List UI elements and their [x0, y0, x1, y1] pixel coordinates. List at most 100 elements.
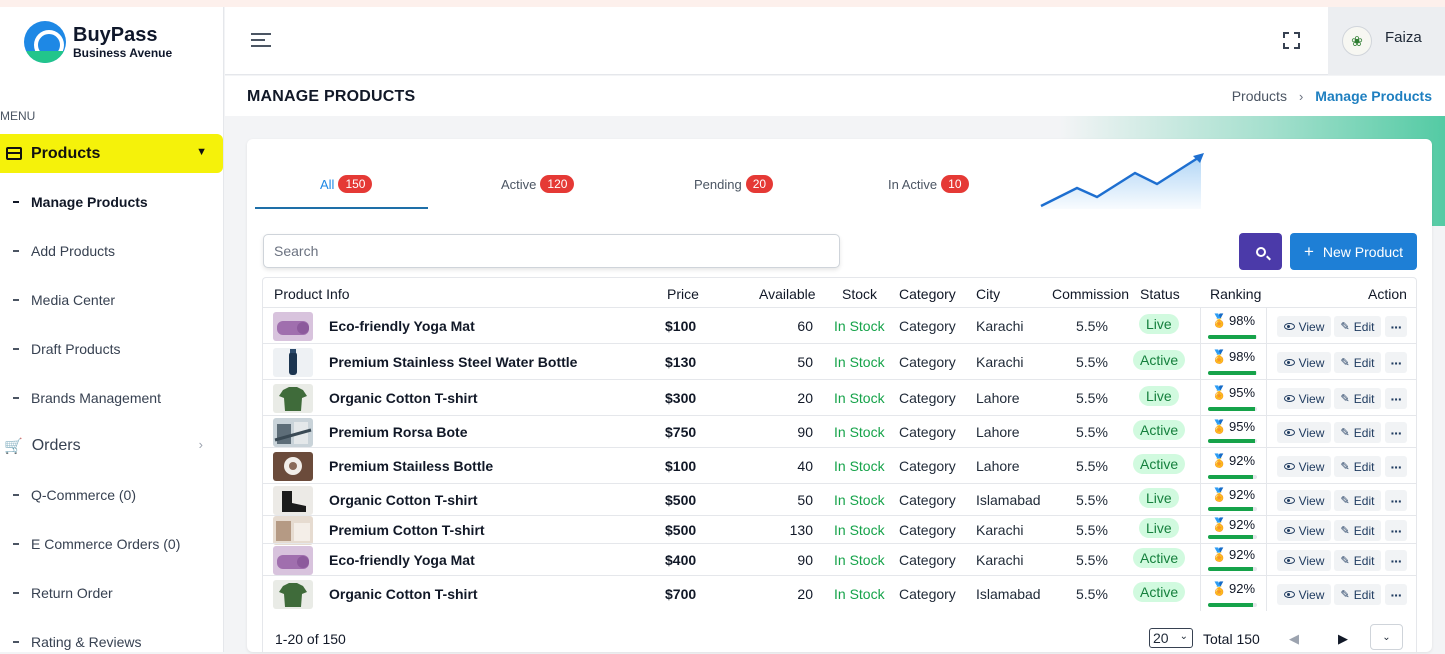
bullet-dash: [13, 348, 19, 350]
table-row[interactable]: Eco-friendly Yoga Mat $100 60 In Stock Categ…: [263, 307, 1416, 343]
sidebar-item-media-center[interactable]: Media Center: [0, 288, 223, 312]
sidebar-item-manage-products[interactable]: Manage Products: [0, 190, 223, 214]
edit-button[interactable]: ✎ Edit: [1334, 352, 1381, 373]
product-city: Lahore: [976, 458, 1020, 474]
table-row[interactable]: Organic Cotton T-shirt $500 50 In Stock Cate…: [263, 483, 1416, 515]
more-button[interactable]: ···: [1385, 520, 1407, 541]
medal-icon: 🏅: [1211, 487, 1228, 502]
sidebar-item-orders[interactable]: 🛒 Orders ›: [0, 434, 223, 458]
view-button[interactable]: View: [1277, 388, 1331, 409]
view-button[interactable]: View: [1277, 316, 1331, 337]
new-product-button[interactable]: + New Product: [1290, 233, 1417, 270]
edit-button[interactable]: ✎ Edit: [1334, 316, 1381, 337]
search-input[interactable]: [263, 234, 840, 268]
ranking-cell: 🏅 92%: [1200, 484, 1267, 515]
prev-page-button[interactable]: ◀: [1289, 631, 1299, 647]
product-city: Karachi: [976, 552, 1024, 568]
product-name[interactable]: Premium Stainless Steel Water Bottle: [329, 354, 577, 370]
product-name[interactable]: Premium Staiıless Bottle: [329, 458, 493, 474]
sidebar-item-e-commerce-orders[interactable]: E Commerce Orders (0): [0, 532, 223, 556]
avatar: ❀: [1342, 26, 1372, 56]
bullet-dash: [13, 641, 19, 643]
breadcrumb-products[interactable]: Products: [1232, 88, 1287, 104]
ranking-cell: 🏅 92%: [1200, 516, 1267, 543]
product-name[interactable]: Eco-friendly Yoga Mat: [329, 318, 475, 334]
product-name[interactable]: Eco-friendly Yoga Mat: [329, 552, 475, 568]
more-button[interactable]: ···: [1385, 550, 1407, 571]
tab-all[interactable]: All 150: [320, 173, 373, 195]
view-button[interactable]: View: [1277, 352, 1331, 373]
sidebar-item-brands-management[interactable]: Brands Management: [0, 386, 223, 410]
table-row[interactable]: Organic Cotton T-shirt $700 20 In Stock Cate…: [263, 575, 1416, 611]
product-name[interactable]: Premium Cotton T-shirt: [329, 522, 485, 538]
product-name[interactable]: Organic Cotton T-shirt: [329, 390, 478, 406]
sidebar-item-draft-products[interactable]: Draft Products: [0, 337, 223, 361]
product-city: Karachi: [976, 354, 1024, 370]
more-icon: ···: [1390, 522, 1403, 539]
table-row[interactable]: Premium Rorsa Bote $750 90 In Stock Category…: [263, 415, 1416, 447]
table-row[interactable]: Premium Cotton T-shirt $500 130 In Stock Cat…: [263, 515, 1416, 545]
status-badge: Live: [1139, 518, 1179, 538]
tab-pending[interactable]: Pending 20: [694, 173, 774, 195]
more-icon: ···: [1390, 492, 1403, 509]
next-page-button[interactable]: ▶: [1338, 631, 1348, 647]
more-button[interactable]: ···: [1385, 584, 1407, 605]
edit-button[interactable]: ✎ Edit: [1334, 456, 1381, 477]
product-thumbnail: [273, 418, 313, 447]
sidebar-item-rating-reviews[interactable]: Rating & Reviews: [0, 630, 223, 654]
edit-button[interactable]: ✎ Edit: [1334, 490, 1381, 511]
ranking-bar: [1208, 603, 1257, 607]
product-price: $500: [665, 492, 697, 508]
tab-active[interactable]: Active 120: [501, 173, 575, 195]
search-button[interactable]: [1239, 233, 1282, 270]
product-name[interactable]: Organic Cotton T-shirt: [329, 586, 478, 602]
status-badge-wrap: Live: [1139, 488, 1179, 508]
eye-icon: [1283, 591, 1295, 598]
product-name[interactable]: Organic Cotton T-shirt: [329, 492, 478, 508]
sidebar-item-products[interactable]: Products ▼: [0, 134, 223, 173]
brand-subtitle: Business Avenue: [73, 46, 173, 60]
stock-status: In Stock: [834, 354, 885, 370]
table-row[interactable]: Premium Stainless Steel Water Bottle $130…: [263, 343, 1416, 379]
more-button[interactable]: ···: [1385, 490, 1407, 511]
column-header-product-info: Product Info: [274, 286, 350, 302]
table-row[interactable]: Eco-friendly Yoga Mat $400 90 In Stock Categ…: [263, 543, 1416, 575]
edit-button[interactable]: ✎ Edit: [1334, 520, 1381, 541]
fullscreen-icon[interactable]: [1283, 32, 1300, 49]
view-button[interactable]: View: [1277, 456, 1331, 477]
product-name[interactable]: Premium Rorsa Bote: [329, 424, 467, 440]
sidebar-item-add-products[interactable]: Add Products: [0, 239, 223, 263]
more-button[interactable]: ···: [1385, 456, 1407, 477]
stock-status: In Stock: [834, 522, 885, 538]
edit-label: Edit: [1353, 553, 1375, 568]
view-button[interactable]: View: [1277, 584, 1331, 605]
sidebar-item-label: Q-Commerce (0): [31, 487, 137, 503]
edit-button[interactable]: ✎ Edit: [1334, 388, 1381, 409]
ranking-value: 92%: [1229, 581, 1256, 596]
edit-button[interactable]: ✎ Edit: [1334, 584, 1381, 605]
sidebar-item-q-commerce[interactable]: Q-Commerce (0): [0, 483, 223, 507]
table-row[interactable]: Organic Cotton T-shirt $300 20 In Stock Cate…: [263, 379, 1416, 415]
edit-button[interactable]: ✎ Edit: [1334, 550, 1381, 571]
edit-button[interactable]: ✎ Edit: [1334, 422, 1381, 443]
more-button[interactable]: ···: [1385, 316, 1407, 337]
bullet-dash: [13, 494, 19, 496]
top-header: ❀ Faiza: [225, 7, 1445, 75]
view-button[interactable]: View: [1277, 520, 1331, 541]
per-page-select[interactable]: 20 ⌄: [1149, 628, 1193, 648]
hamburger-icon[interactable]: [251, 33, 271, 49]
more-button[interactable]: ···: [1385, 352, 1407, 373]
user-menu[interactable]: ❀ Faiza: [1328, 7, 1445, 75]
view-button[interactable]: View: [1277, 550, 1331, 571]
table-row[interactable]: Premium Staiıless Bottle $100 40 In Stock Ca…: [263, 447, 1416, 483]
more-button[interactable]: ···: [1385, 388, 1407, 409]
brand-logo[interactable]: BuyPass Business Avenue: [24, 21, 172, 63]
status-badge-wrap: Live: [1139, 386, 1179, 406]
tab-in-active[interactable]: In Active 10: [888, 173, 969, 195]
view-button[interactable]: View: [1277, 490, 1331, 511]
view-button[interactable]: View: [1277, 422, 1331, 443]
page-select[interactable]: ⌄: [1370, 624, 1403, 650]
more-icon: ···: [1390, 458, 1403, 475]
sidebar-item-return-order[interactable]: Return Order: [0, 581, 223, 605]
more-button[interactable]: ···: [1385, 422, 1407, 443]
